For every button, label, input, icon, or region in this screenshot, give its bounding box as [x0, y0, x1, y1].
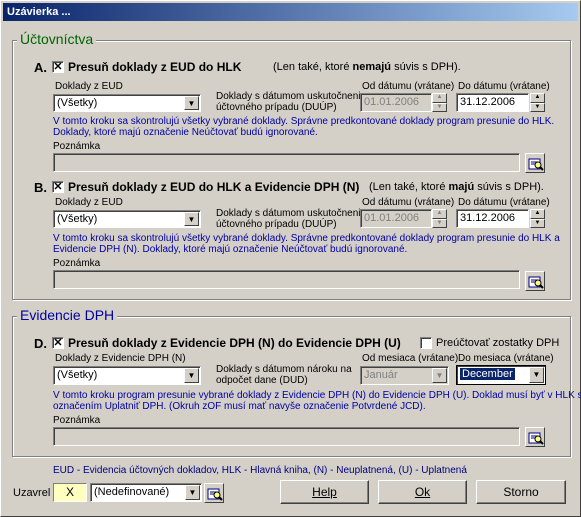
- preuct-label: Preúčtovať zostatky DPH: [436, 337, 560, 349]
- chevron-down-icon[interactable]: ▼: [184, 212, 199, 226]
- section-a-letter: A.: [34, 60, 47, 75]
- section-a-do-input[interactable]: 31.12.2006: [456, 93, 529, 112]
- dph-group-title: Evidencie DPH: [17, 307, 118, 323]
- section-b-main-label: Presuň doklady z EUD do HLK a Evidencie …: [68, 180, 360, 194]
- chevron-down-icon[interactable]: ▼: [185, 485, 200, 500]
- section-b-od-label: Od dátumu (vrátane): [362, 197, 455, 208]
- section-b-od-spinner[interactable]: ▲ ▼: [432, 209, 447, 228]
- section-a-checkbox[interactable]: ✕: [52, 61, 64, 73]
- preuct-checkbox[interactable]: [420, 337, 432, 349]
- uzavrel-field[interactable]: X: [53, 483, 87, 502]
- chevron-down-icon[interactable]: ▼: [432, 368, 447, 383]
- user-select[interactable]: (Nedefinované) ▼: [90, 483, 202, 502]
- section-b-poznamka-input[interactable]: [53, 270, 520, 289]
- section-b-poznamka-label: Poznámka: [53, 258, 101, 269]
- section-b-checkbox[interactable]: ✕: [52, 181, 64, 193]
- section-a-doklady-label: Doklady z EUD: [55, 81, 123, 92]
- section-d-do-select[interactable]: December ▼: [456, 365, 546, 385]
- section-d-main-label: Presuň doklady z Evidencie DPH (N) do Ev…: [68, 336, 401, 350]
- section-d-od-select[interactable]: Január ▼: [360, 366, 449, 385]
- section-a-do-spinner[interactable]: ▲ ▼: [530, 93, 545, 112]
- section-b-note: (Len také, ktoré majú súvis s DPH).: [369, 181, 544, 193]
- section-d-datum-label-2: odpočet dane (DUD): [216, 375, 308, 386]
- lookup-icon[interactable]: [525, 153, 545, 173]
- ucto-group-title: Účtovníctva: [17, 31, 97, 47]
- section-d-do-label: Do mesiaca (vrátane): [458, 353, 554, 364]
- section-b-info-1: V tomto kroku sa skontrolujú všetky vybr…: [53, 233, 560, 244]
- section-b-info-2: Evidencie DPH (N). Doklady, ktoré majú o…: [53, 244, 408, 255]
- section-d-poznamka-label: Poznámka: [53, 415, 101, 426]
- section-d-doklady-select[interactable]: (Všetky) ▼: [53, 366, 201, 385]
- lookup-icon[interactable]: [525, 271, 545, 291]
- dialog-window: Uzávierka ... Účtovníctva A. ✕ Presuň do…: [0, 0, 581, 517]
- section-d-datum-label-1: Doklady s dátumom nároku na: [216, 364, 352, 375]
- section-a-main-label: Presuň doklady z EUD do HLK: [68, 60, 242, 74]
- section-b-do-label: Do dátumu (vrátane): [458, 197, 550, 208]
- section-b-do-input[interactable]: 31.12.2006: [456, 209, 529, 228]
- section-b-od-input[interactable]: 01.01.2006: [360, 209, 432, 228]
- section-a-datum-label-2: účtovného prípadu (DUÚP): [216, 102, 337, 113]
- section-a-info-1: V tomto kroku sa skontrolujú všetky vybr…: [53, 116, 555, 127]
- section-a-note: (Len také, ktoré nemajú súvis s DPH).: [273, 61, 461, 73]
- lookup-icon[interactable]: [204, 483, 224, 503]
- section-d-info-1: V tomto kroku program presunie vybrané d…: [53, 390, 581, 401]
- chevron-down-icon[interactable]: ▼: [529, 367, 544, 383]
- ok-button[interactable]: Ok: [378, 480, 467, 504]
- storno-button[interactable]: Storno: [476, 480, 566, 504]
- section-d-poznamka-input[interactable]: [53, 427, 520, 446]
- chevron-down-icon[interactable]: ▼: [184, 96, 199, 110]
- section-a-od-label: Od dátumu (vrátane): [362, 81, 455, 92]
- legend-text: EUD - Evidencia účtovných dokladov, HLK …: [53, 465, 467, 476]
- section-d-checkbox[interactable]: ✕: [52, 337, 64, 349]
- section-a-od-input[interactable]: 01.01.2006: [360, 93, 432, 112]
- section-b-doklady-select[interactable]: (Všetky) ▼: [53, 210, 201, 228]
- section-b-doklady-label: Doklady z EUD: [55, 197, 123, 208]
- section-d-letter: D.: [34, 336, 47, 351]
- section-a-do-label: Do dátumu (vrátane): [458, 81, 550, 92]
- section-d-info-2: označením Uplatniť DPH. (Okruh zOF musí …: [53, 401, 426, 412]
- section-a-od-spinner[interactable]: ▲ ▼: [432, 93, 447, 112]
- help-button[interactable]: Help: [280, 480, 369, 504]
- section-b-letter: B.: [34, 180, 47, 195]
- section-b-datum-label-1: Doklady s dátumom uskutočnenia: [216, 208, 367, 219]
- section-a-datum-label-1: Doklady s dátumom uskutočnenia: [216, 91, 367, 102]
- section-a-info-2: Doklady, ktoré majú označenie Neúčtovať …: [53, 127, 318, 138]
- section-b-do-spinner[interactable]: ▲ ▼: [530, 209, 545, 228]
- section-b-datum-label-2: účtovného prípadu (DUÚP): [216, 219, 337, 230]
- section-a-poznamka-input[interactable]: [53, 153, 520, 172]
- chevron-down-icon[interactable]: ▼: [184, 368, 199, 383]
- uzavrel-label: Uzavrel: [13, 487, 51, 499]
- section-a-doklady-select[interactable]: (Všetky) ▼: [53, 94, 201, 112]
- section-d-od-label: Od mesiaca (vrátane): [362, 353, 459, 364]
- section-d-doklady-label: Doklady z Evidencie DPH (N): [55, 353, 186, 364]
- section-a-poznamka-label: Poznámka: [53, 141, 101, 152]
- title-bar: Uzávierka ...: [3, 3, 578, 21]
- lookup-icon[interactable]: [525, 427, 545, 447]
